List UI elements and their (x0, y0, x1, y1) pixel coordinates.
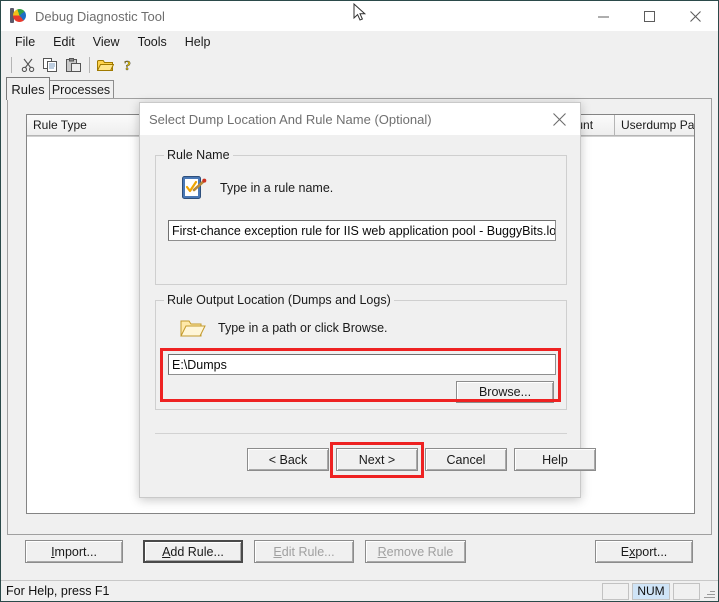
action-button-row: Import... Add Rule... Edit Rule... Remov… (1, 536, 718, 578)
tab-rules[interactable]: Rules (6, 77, 50, 100)
open-folder-icon (180, 317, 206, 339)
open-folder-icon[interactable] (94, 54, 117, 76)
import-button[interactable]: Import... (25, 540, 123, 563)
output-path-hint-row: Type in a path or click Browse. (180, 317, 388, 339)
app-logo-icon (10, 8, 26, 24)
application-window: Debug Diagnostic Tool File Edit View Too… (0, 0, 719, 602)
status-message: For Help, press F1 (6, 584, 110, 598)
svg-text:?: ? (124, 59, 131, 73)
status-badge-num: NUM (632, 583, 670, 600)
rule-name-group-legend: Rule Name (164, 148, 233, 162)
copy-icon[interactable] (39, 54, 62, 76)
remove-rule-button: Remove Rule (365, 540, 466, 563)
rule-name-group: Rule Name Type in a rule name. First-ch (155, 155, 567, 285)
edit-rule-button-label-rest: dit Rule... (282, 545, 335, 559)
menu-item-help[interactable]: Help (176, 33, 220, 51)
rule-name-hint: Type in a rule name. (220, 181, 333, 195)
status-pane-1 (602, 583, 629, 600)
export-button[interactable]: Export... (595, 540, 693, 563)
resize-grip-icon[interactable] (702, 583, 716, 600)
menu-item-tools[interactable]: Tools (129, 33, 176, 51)
rule-output-location-group: Rule Output Location (Dumps and Logs) Ty… (155, 300, 567, 410)
back-button[interactable]: < Back (247, 448, 329, 471)
export-button-label-head: E (621, 545, 629, 559)
cut-icon[interactable] (16, 54, 39, 76)
minimize-icon[interactable] (580, 1, 626, 31)
dialog-title: Select Dump Location And Rule Name (Opti… (149, 112, 432, 127)
tab-processes[interactable]: Processes (48, 80, 114, 99)
paste-icon[interactable] (62, 54, 85, 76)
help-icon[interactable]: ? (117, 54, 140, 76)
rule-name-clipboard-icon (180, 174, 208, 202)
tab-strip: Rules Processes (1, 77, 718, 99)
rule-name-input[interactable]: First-chance exception rule for IIS web … (168, 220, 556, 241)
output-path-hint: Type in a path or click Browse. (218, 321, 388, 335)
close-icon[interactable] (538, 104, 580, 135)
import-button-label-rest: mport... (55, 545, 97, 559)
title-bar: Debug Diagnostic Tool (1, 1, 718, 31)
browse-button[interactable]: Browse... (456, 381, 554, 403)
output-path-input[interactable]: E:\Dumps (168, 354, 556, 375)
window-controls (580, 1, 718, 31)
dialog-body: Rule Name Type in a rule name. First-ch (140, 135, 580, 497)
status-bar: For Help, press F1 NUM (1, 580, 718, 601)
toolbar: ? (1, 53, 718, 77)
rule-name-hint-row: Type in a rule name. (180, 174, 333, 202)
add-rule-button-label-rest: dd Rule... (170, 545, 224, 559)
next-button[interactable]: Next > (336, 448, 418, 471)
add-rule-button[interactable]: Add Rule... (143, 540, 243, 563)
select-dump-location-dialog: Select Dump Location And Rule Name (Opti… (139, 102, 581, 498)
menu-item-file[interactable]: File (6, 33, 44, 51)
remove-rule-button-label-rest: emove Rule (387, 545, 454, 559)
menu-item-edit[interactable]: Edit (44, 33, 84, 51)
dialog-title-bar: Select Dump Location And Rule Name (Opti… (140, 103, 580, 135)
tab-processes-label: Processes (52, 83, 110, 97)
menu-bar: File Edit View Tools Help (1, 31, 718, 53)
tab-rules-label: Rules (11, 82, 44, 97)
cancel-button[interactable]: Cancel (425, 448, 507, 471)
window-title: Debug Diagnostic Tool (35, 9, 165, 24)
menu-item-view[interactable]: View (84, 33, 129, 51)
status-pane-3 (673, 583, 700, 600)
column-header-userdump-path[interactable]: Userdump Pat (615, 115, 695, 136)
dialog-separator (155, 433, 567, 434)
edit-rule-button: Edit Rule... (254, 540, 354, 563)
help-button[interactable]: Help (514, 448, 596, 471)
export-button-label-rest: port... (635, 545, 667, 559)
toolbar-separator (11, 57, 12, 73)
close-icon[interactable] (672, 1, 718, 31)
rule-output-group-legend: Rule Output Location (Dumps and Logs) (164, 293, 394, 307)
toolbar-separator-2 (89, 57, 90, 73)
maximize-icon[interactable] (626, 1, 672, 31)
